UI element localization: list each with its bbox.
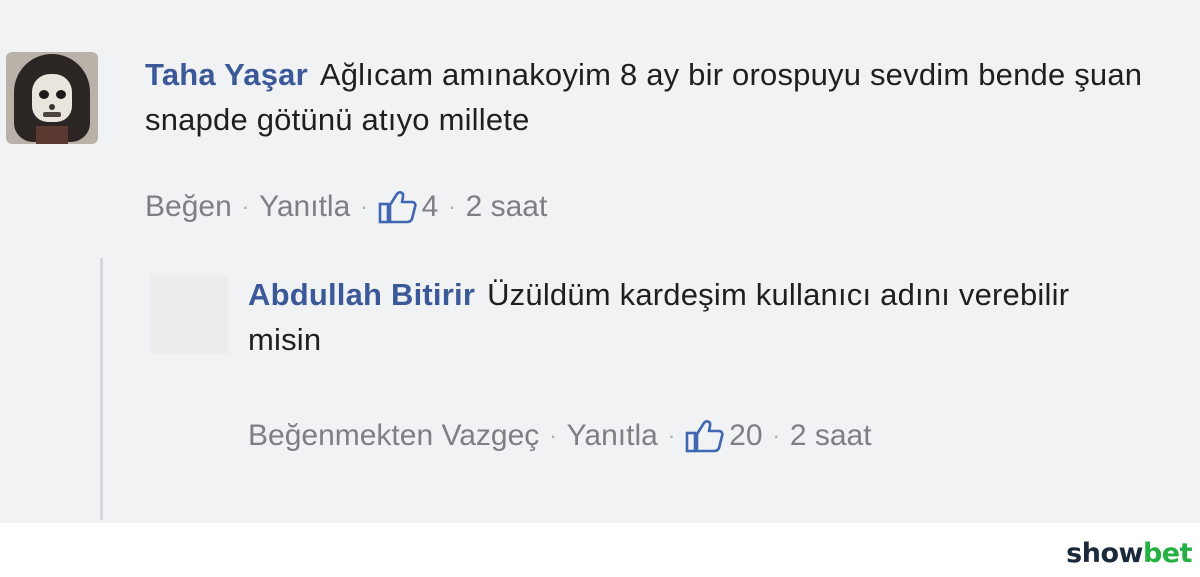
like-count[interactable]: 20 bbox=[729, 410, 762, 462]
timestamp[interactable]: 2 saat bbox=[466, 190, 548, 224]
comment-thread: Taha Yaşar Ağlıcam amınakoyim 8 ay bir or… bbox=[0, 0, 1200, 523]
comment-author[interactable]: Abdullah Bitirir bbox=[248, 277, 475, 312]
thumbs-up-icon[interactable] bbox=[685, 419, 725, 453]
comment-actions: Beğen · Yanıtla · 4 · 2 saat bbox=[145, 190, 548, 224]
user-avatar-icon[interactable] bbox=[150, 276, 228, 354]
comment-actions: Beğenmekten Vazgeç · Yanıtla · 20 · 2 sa… bbox=[248, 410, 1128, 462]
thumbs-up-icon[interactable] bbox=[378, 190, 418, 224]
showbet-logo: showbet bbox=[1066, 538, 1192, 569]
reply-link[interactable]: Yanıtla bbox=[259, 190, 350, 224]
like-count[interactable]: 4 bbox=[422, 190, 439, 224]
unlike-link[interactable]: Beğenmekten Vazgeç bbox=[248, 410, 539, 462]
timestamp[interactable]: 2 saat bbox=[790, 410, 872, 462]
user-avatar-icon[interactable] bbox=[6, 52, 98, 144]
comment-author[interactable]: Taha Yaşar bbox=[145, 57, 308, 92]
comment-body: Taha Yaşar Ağlıcam amınakoyim 8 ay bir or… bbox=[145, 52, 1185, 142]
reply-divider bbox=[100, 258, 103, 520]
like-link[interactable]: Beğen bbox=[145, 190, 232, 224]
comment-body: Abdullah Bitirir Üzüldüm kardeşim kullanı… bbox=[248, 272, 1148, 362]
reply-link[interactable]: Yanıtla bbox=[567, 410, 658, 462]
